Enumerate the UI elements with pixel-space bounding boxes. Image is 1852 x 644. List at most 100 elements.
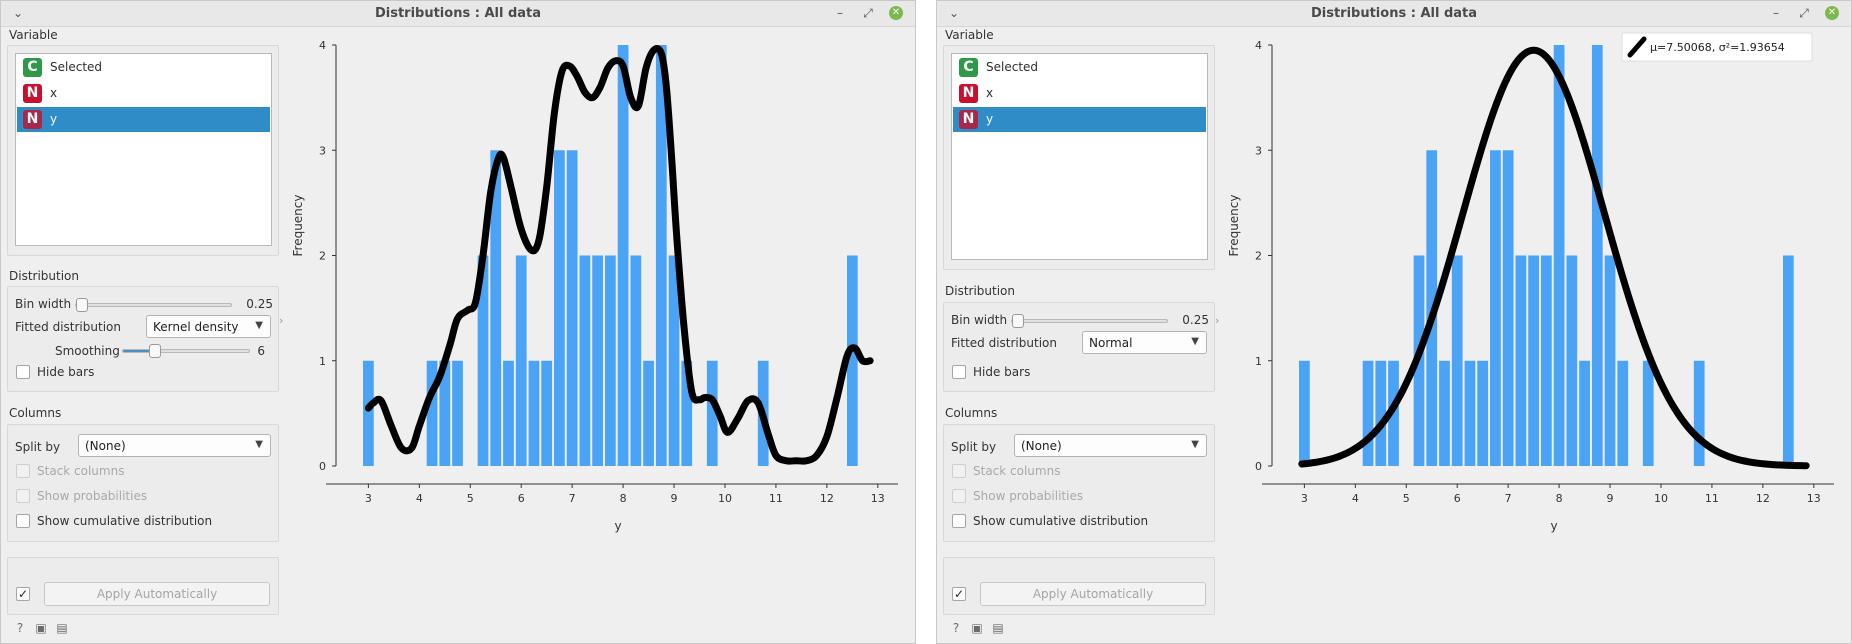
help-icon[interactable]: ? bbox=[13, 621, 27, 635]
save-icon[interactable]: ▣ bbox=[34, 621, 48, 635]
fitted-distribution-combo[interactable]: Normal ▼ bbox=[1082, 331, 1207, 354]
legend-label: μ=7.50068, σ²=1.93654 bbox=[1650, 41, 1785, 54]
title-bar[interactable]: ⌄ Distributions : All data – ⤢ ✕ bbox=[1, 1, 915, 27]
x-tick-label: 6 bbox=[518, 492, 525, 505]
y-tick-label: 1 bbox=[319, 355, 326, 368]
minimize-icon[interactable]: – bbox=[831, 4, 849, 22]
combo-value: (None) bbox=[1021, 439, 1062, 453]
histogram-bar bbox=[452, 360, 463, 466]
show-cumulative-checkbox[interactable] bbox=[952, 514, 966, 528]
apply-automatically-checkbox[interactable]: ✓ bbox=[952, 587, 966, 601]
split-by-combo[interactable]: (None) ▼ bbox=[78, 434, 271, 457]
x-tick-label: 12 bbox=[1756, 492, 1770, 505]
histogram-bar bbox=[1579, 360, 1590, 466]
splitter-handle-icon[interactable]: › bbox=[279, 314, 283, 327]
list-item-label: x bbox=[986, 86, 994, 100]
histogram-bar bbox=[1464, 360, 1476, 466]
x-tick-label: 8 bbox=[1556, 492, 1563, 505]
split-by-combo[interactable]: (None) ▼ bbox=[1014, 434, 1207, 457]
histogram-bar bbox=[1540, 255, 1552, 466]
y-tick-label: 4 bbox=[1255, 39, 1262, 52]
x-axis-label: y bbox=[614, 519, 621, 533]
variable-section-label: Variable bbox=[945, 28, 994, 42]
combo-value: Kernel density bbox=[153, 320, 239, 334]
y-tick-label: 0 bbox=[319, 460, 326, 473]
show-cumulative-checkbox[interactable] bbox=[16, 514, 30, 528]
variable-list[interactable]: C Selected N x N y bbox=[951, 53, 1208, 260]
close-icon[interactable]: ✕ bbox=[889, 6, 903, 20]
bin-width-slider[interactable] bbox=[75, 298, 232, 312]
x-tick-label: 7 bbox=[569, 492, 576, 505]
histogram-bar bbox=[1528, 255, 1539, 466]
y-axis-label: Frequency bbox=[1227, 195, 1241, 257]
smoothing-value: 6 bbox=[257, 344, 265, 358]
slider-handle[interactable] bbox=[149, 344, 161, 358]
stack-columns-checkbox[interactable] bbox=[952, 464, 966, 478]
variable-list[interactable]: C Selected N x N y bbox=[15, 53, 272, 246]
hide-bars-checkbox[interactable] bbox=[952, 365, 966, 379]
minimize-icon[interactable]: – bbox=[1767, 4, 1785, 22]
save-icon[interactable]: ▣ bbox=[970, 621, 984, 635]
x-tick-label: 9 bbox=[671, 492, 678, 505]
show-probabilities-label: Show probabilities bbox=[37, 489, 148, 503]
bin-width-label: Bin width bbox=[951, 313, 1008, 327]
combo-value: Normal bbox=[1089, 336, 1133, 350]
restore-icon[interactable]: ⤢ bbox=[1795, 4, 1813, 22]
close-icon[interactable]: ✕ bbox=[1825, 6, 1839, 20]
y-tick-label: 2 bbox=[319, 250, 326, 263]
restore-icon[interactable]: ⤢ bbox=[859, 4, 877, 22]
smoothing-slider[interactable] bbox=[122, 344, 250, 358]
y-tick-label: 3 bbox=[319, 144, 326, 157]
histogram-chart: 0 1 2 3 4 3 4 5 6 7 8 9 10 11 12 13 y Frequency bbox=[286, 27, 915, 617]
apply-automatically-button[interactable]: Apply Automatically bbox=[44, 582, 270, 606]
histogram-bar bbox=[566, 150, 578, 466]
list-item-selected[interactable]: N y bbox=[17, 107, 270, 132]
y-tick-label: 1 bbox=[1255, 355, 1262, 368]
bin-width-value: 0.25 bbox=[1182, 313, 1209, 327]
fitted-distribution-combo[interactable]: Kernel density ▼ bbox=[146, 315, 271, 338]
report-icon[interactable]: ▤ bbox=[991, 621, 1005, 635]
apply-automatically-button[interactable]: Apply Automatically bbox=[980, 582, 1206, 606]
list-item[interactable]: N x bbox=[17, 81, 270, 106]
list-item[interactable]: N x bbox=[953, 81, 1206, 106]
x-tick-label: 3 bbox=[365, 492, 372, 505]
x-tick-label: 12 bbox=[820, 492, 834, 505]
show-probabilities-checkbox[interactable] bbox=[16, 489, 30, 503]
histogram-bar bbox=[1617, 360, 1629, 466]
list-item[interactable]: C Selected bbox=[17, 55, 270, 80]
slider-handle[interactable] bbox=[76, 298, 88, 312]
histogram-bar bbox=[617, 45, 629, 466]
title-bar[interactable]: ⌄ Distributions : All data – ⤢ ✕ bbox=[937, 1, 1851, 27]
histogram-bar bbox=[592, 255, 603, 466]
distribution-section-label: Distribution bbox=[9, 269, 80, 283]
slider-handle[interactable] bbox=[1012, 314, 1024, 328]
x-tick-label: 7 bbox=[1505, 492, 1512, 505]
list-item-label: y bbox=[986, 112, 994, 126]
fitted-distribution-label: Fitted distribution bbox=[951, 336, 1057, 350]
help-icon[interactable]: ? bbox=[949, 621, 963, 635]
histogram-svg: 012343 4 5 6 7 8 9 10 11 12 13yFrequency bbox=[291, 39, 898, 533]
x-axis-label: y bbox=[1550, 519, 1557, 533]
hide-bars-checkbox[interactable] bbox=[16, 365, 30, 379]
hide-bars-label: Hide bars bbox=[37, 365, 95, 379]
apply-automatically-checkbox[interactable]: ✓ bbox=[16, 587, 30, 601]
x-tick-label: 6 bbox=[1454, 492, 1461, 505]
show-probabilities-label: Show probabilities bbox=[973, 489, 1084, 503]
y-tick-label: 2 bbox=[1255, 250, 1262, 263]
histogram-bar bbox=[1782, 255, 1794, 466]
list-item[interactable]: C Selected bbox=[953, 55, 1206, 80]
chevron-down-icon: ▼ bbox=[255, 439, 263, 450]
report-icon[interactable]: ▤ bbox=[55, 621, 69, 635]
bin-width-slider[interactable] bbox=[1011, 314, 1168, 328]
x-tick-label: 13 bbox=[871, 492, 885, 505]
show-probabilities-checkbox[interactable] bbox=[952, 489, 966, 503]
histogram-bar bbox=[1566, 255, 1578, 466]
splitter-handle-icon[interactable]: › bbox=[1215, 314, 1219, 327]
list-item-selected[interactable]: N y bbox=[953, 107, 1206, 132]
x-tick-label: 11 bbox=[1705, 492, 1719, 505]
stack-columns-checkbox[interactable] bbox=[16, 464, 30, 478]
histogram-bar bbox=[604, 255, 616, 466]
bin-width-label: Bin width bbox=[15, 297, 72, 311]
distributions-window-1: ⌄ Distributions : All data – ⤢ ✕ Variabl… bbox=[0, 0, 916, 644]
histogram-svg: 012343 4 5 6 7 8 9 10 11 12 13yFrequencyμ=7.50068,… bbox=[1227, 32, 1834, 533]
